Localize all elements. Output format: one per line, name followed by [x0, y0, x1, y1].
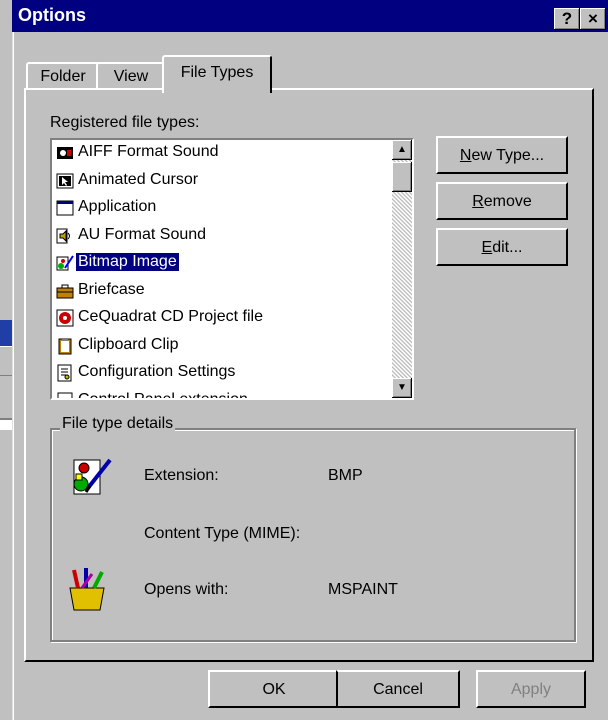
list-scrollbar[interactable]: ▲ ▼	[392, 140, 412, 398]
clipboard-icon	[56, 337, 74, 355]
list-item[interactable]: Briefcase	[54, 278, 378, 306]
extension-label: Extension:	[144, 467, 219, 484]
edit-label: dit...	[492, 239, 523, 256]
list-item[interactable]: CeQuadrat CD Project file	[54, 305, 378, 333]
ok-button[interactable]: OK	[208, 670, 340, 708]
list-item-label: AIFF Format Sound	[78, 143, 219, 160]
remove-label: emove	[483, 193, 532, 210]
speaker-icon	[56, 227, 74, 245]
list-item-label: Configuration Settings	[78, 363, 236, 380]
content-type-label: Content Type (MIME):	[144, 525, 301, 542]
mspaint-icon	[64, 566, 110, 612]
edit-mnemonic: E	[481, 239, 493, 256]
bitmap-paint-icon	[66, 454, 112, 500]
list-item[interactable]: Clipboard Clip	[54, 333, 378, 361]
close-button[interactable]: ×	[580, 8, 606, 30]
list-item[interactable]: Configuration Settings	[54, 360, 378, 388]
apply-button[interactable]: Apply	[476, 670, 586, 708]
list-item-selected[interactable]: Bitmap Image	[54, 250, 378, 278]
sound-icon	[56, 144, 74, 162]
list-item[interactable]: AU Format Sound	[54, 223, 378, 251]
remove-button[interactable]: Remove	[436, 182, 568, 220]
list-item-label: Bitmap Image	[76, 253, 179, 271]
application-window-icon	[56, 199, 74, 217]
list-item[interactable]: AIFF Format Sound	[54, 140, 378, 168]
control-panel-icon	[56, 392, 74, 398]
briefcase-icon	[56, 282, 74, 300]
opens-with-label: Opens with:	[144, 581, 229, 598]
scroll-down-arrow-icon[interactable]: ▼	[392, 378, 412, 398]
list-item[interactable]: Control Panel extension	[54, 388, 378, 400]
new-type-mnemonic: N	[459, 147, 472, 164]
scroll-up-arrow-icon[interactable]: ▲	[392, 140, 412, 160]
new-type-button[interactable]: New Type...	[436, 136, 568, 174]
new-type-label: ew Type...	[471, 147, 545, 164]
background-window-strip	[0, 346, 12, 376]
cursor-icon	[56, 172, 74, 190]
cancel-button[interactable]: Cancel	[336, 670, 460, 708]
title-bar[interactable]: Options ? ×	[12, 0, 608, 32]
file-type-details-title: File type details	[60, 415, 176, 433]
list-item-label: AU Format Sound	[78, 225, 207, 243]
options-dialog: Options ? × Folder View File Types Regis…	[12, 0, 608, 720]
background-window-edge	[0, 418, 12, 430]
list-item-label: Clipboard Clip	[78, 335, 179, 353]
background-window-titlebar	[0, 320, 12, 346]
cd-project-icon	[56, 309, 74, 327]
help-button[interactable]: ?	[554, 8, 580, 30]
list-item-label: Briefcase	[78, 280, 145, 298]
registered-file-types-list[interactable]: AIFF Format Sound Animated Cursor Applic…	[50, 138, 414, 400]
paint-icon	[56, 254, 74, 272]
extension-value: BMP	[328, 467, 363, 484]
scroll-thumb[interactable]	[392, 162, 412, 192]
remove-mnemonic: R	[472, 193, 484, 210]
tab-folder[interactable]: Folder	[26, 62, 100, 90]
list-item-label: Application	[78, 198, 157, 215]
dialog-title: Options	[18, 5, 86, 25]
file-type-details-group	[50, 428, 576, 642]
tab-file-types[interactable]: File Types	[162, 55, 272, 93]
edit-button[interactable]: Edit...	[436, 228, 568, 266]
list-item[interactable]: Application	[54, 195, 378, 223]
registered-file-types-label: Registered file types:	[50, 114, 200, 131]
list-item[interactable]: Animated Cursor	[54, 168, 378, 196]
list-item-label: Control Panel extension	[78, 390, 248, 400]
opens-with-value: MSPAINT	[328, 581, 398, 598]
list-item-label: CeQuadrat CD Project file	[78, 308, 263, 325]
list-item-label: Animated Cursor	[78, 170, 199, 188]
tab-view[interactable]: View	[96, 62, 166, 90]
settings-file-icon	[56, 364, 74, 382]
